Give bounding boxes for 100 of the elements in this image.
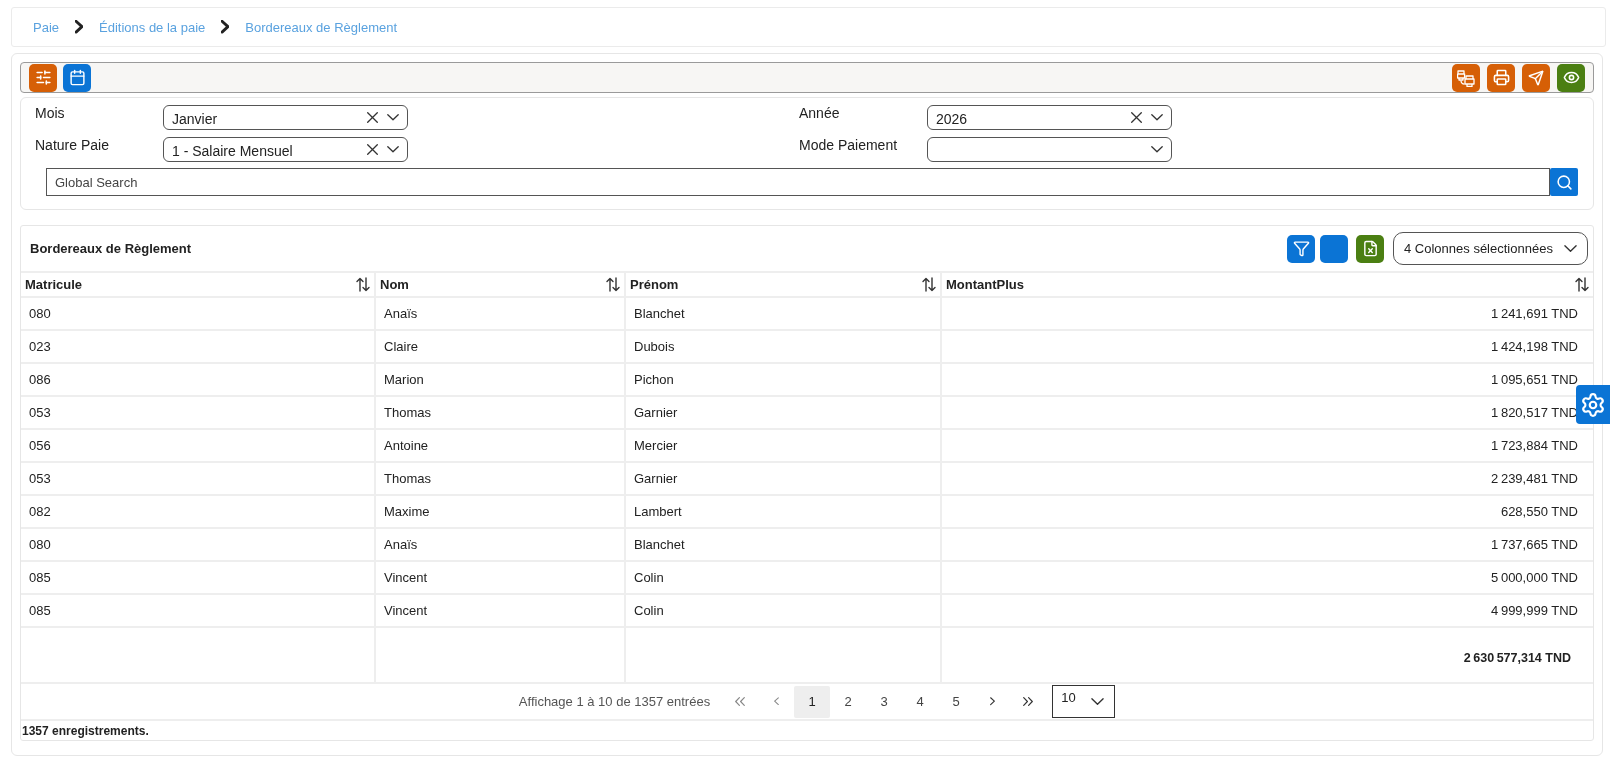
table-cell: Colin — [626, 562, 942, 593]
filter-button[interactable] — [1287, 234, 1315, 263]
print-button[interactable] — [1487, 63, 1515, 92]
table-cell: Vincent — [376, 595, 626, 626]
table-cell: 080 — [21, 529, 376, 560]
send-button[interactable] — [1522, 63, 1550, 92]
export-button[interactable] — [1356, 234, 1384, 263]
table-cell: Thomas — [376, 463, 626, 494]
column-header[interactable]: Matricule — [21, 273, 376, 296]
chevron-down-icon — [387, 146, 399, 153]
file-x-icon — [1361, 240, 1379, 257]
pagination-summary: Affichage 1 à 10 de 1357 entrées — [518, 694, 711, 709]
field-label: Mode Paiement — [799, 137, 898, 153]
table-cell: Claire — [376, 331, 626, 362]
total-amount: 2 630 577,314 TND — [1463, 651, 1571, 665]
table-cell: Marion — [376, 364, 626, 395]
table-cell: Lambert — [626, 496, 942, 527]
table-cell: Anaïs — [376, 298, 626, 329]
table-cell: 082 — [21, 496, 376, 527]
table-cell: 080 — [21, 298, 376, 329]
clear-icon — [1131, 112, 1142, 123]
send-icon — [1528, 69, 1544, 86]
table-cell: 053 — [21, 463, 376, 494]
dropdown-field[interactable]: Janvier — [163, 105, 408, 130]
dropdown-field[interactable] — [927, 137, 1172, 162]
table-cell: Blanchet — [626, 298, 942, 329]
table-cell-text: 5 000,000 TND — [1490, 569, 1579, 587]
table-cell: Mercier — [626, 430, 942, 461]
table-cell: 023 — [21, 331, 376, 362]
table-cell: Vincent — [376, 562, 626, 593]
calendar-icon — [68, 69, 86, 86]
sort-icon — [606, 277, 620, 292]
table-cell: Blanchet — [626, 529, 942, 560]
record-count: 1357 enregistrements. — [21, 722, 150, 740]
preview-button[interactable] — [1557, 63, 1585, 92]
table-cell-text: 4 999,999 TND — [1490, 602, 1579, 620]
search-icon — [1555, 173, 1573, 191]
table-cell: Anaïs — [376, 529, 626, 560]
field-label: Année — [799, 105, 840, 121]
table-cell: 085 — [21, 562, 376, 593]
chevron-right-icon — [989, 697, 995, 706]
page-button[interactable]: 4 — [902, 685, 939, 718]
column-picker[interactable]: 4 Colonnes sélectionnées — [1393, 232, 1588, 265]
table-cell: 086 — [21, 364, 376, 395]
field-label: Nature Paie — [35, 137, 109, 153]
page-button[interactable]: 2 — [830, 685, 867, 718]
table-cell-text: 2 239,481 TND — [1490, 470, 1579, 488]
chevron-down-icon — [1564, 244, 1577, 253]
column-header[interactable]: Prénom — [626, 273, 942, 296]
table-cell: 056 — [21, 430, 376, 461]
table-cell: 053 — [21, 397, 376, 428]
batch-print-button[interactable] — [1452, 63, 1480, 92]
table-cell-text: 1 737,665 TND — [1490, 536, 1579, 554]
column-header[interactable]: Nom — [376, 273, 626, 296]
table-cell: 085 — [21, 595, 376, 626]
field-label: Mois — [35, 105, 65, 121]
table-cell: Colin — [626, 595, 942, 626]
search-field[interactable]: Global Search — [46, 168, 1550, 196]
blank-button[interactable] — [1320, 234, 1348, 263]
table-cell: Garnier — [626, 397, 942, 428]
table-cell: Garnier — [626, 463, 942, 494]
calendar-button[interactable] — [63, 63, 91, 92]
chevron-right-icon — [75, 20, 84, 34]
table-cell-text: 1 241,691 TND — [1490, 305, 1579, 323]
table-cell: Pichon — [626, 364, 942, 395]
double-chevron-right-icon — [1023, 697, 1034, 706]
table-cell-text: 1 095,651 TND — [1490, 371, 1579, 389]
table-cell-text: 1 723,884 TND — [1490, 437, 1579, 455]
clear-icon — [367, 144, 378, 155]
page-button[interactable]: 1 — [794, 685, 831, 718]
page-button[interactable]: 5 — [938, 685, 975, 718]
sliders-icon — [34, 69, 52, 86]
table-cell-text: 628,550 TND — [1499, 503, 1579, 521]
table-title: Bordereaux de Règlement — [30, 241, 192, 256]
double-chevron-left-icon — [735, 697, 746, 706]
dropdown-field[interactable]: 1 - Salaire Mensuel — [163, 137, 408, 162]
sort-icon — [1575, 277, 1589, 292]
table-cell: Thomas — [376, 397, 626, 428]
clear-icon — [367, 112, 378, 123]
settings-button[interactable] — [1576, 385, 1610, 424]
page-button[interactable]: 3 — [866, 685, 903, 718]
search-button[interactable] — [1550, 168, 1578, 196]
chevron-right-icon — [221, 20, 230, 34]
sort-icon — [356, 277, 370, 292]
gear-icon — [1580, 391, 1606, 418]
chevron-down-icon — [387, 114, 399, 121]
column-header[interactable]: MontantPlus — [942, 273, 1593, 296]
eye-icon — [1562, 69, 1580, 86]
page-size-select[interactable]: 10 — [1052, 685, 1116, 718]
funnel-icon — [1292, 240, 1310, 257]
dropdown-field[interactable]: 2026 — [927, 105, 1172, 130]
printer-icon — [1492, 69, 1510, 86]
filter-settings-button[interactable] — [29, 63, 57, 92]
table-cell: Antoine — [376, 430, 626, 461]
printers-icon — [1457, 68, 1475, 87]
table-cell: Dubois — [626, 331, 942, 362]
chevron-left-icon — [773, 697, 779, 706]
chevron-down-icon — [1151, 146, 1163, 153]
table-cell: Maxime — [376, 496, 626, 527]
table-cell-text: 1 424,198 TND — [1490, 338, 1579, 356]
